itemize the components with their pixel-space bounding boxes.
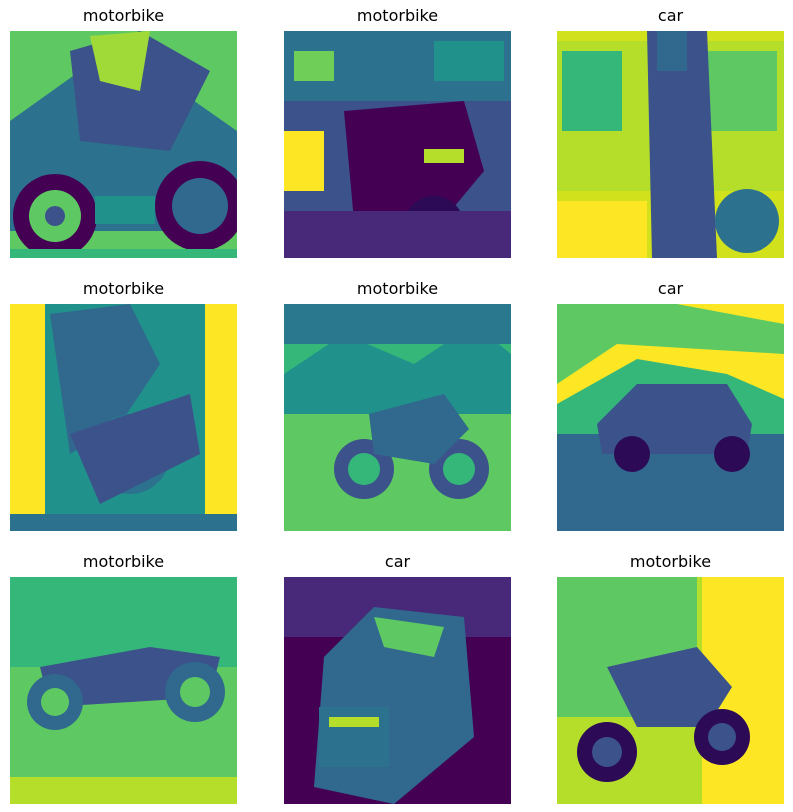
image-motorbike-wall	[10, 304, 237, 531]
image-suv-hill	[557, 304, 784, 531]
image-cruiser-fence	[557, 577, 784, 804]
image-title: motorbike	[356, 6, 439, 25]
image-title: motorbike	[82, 279, 165, 298]
image-cruiser-parked	[10, 577, 237, 804]
image-title: car	[384, 552, 411, 571]
image-title: motorbike	[82, 6, 165, 25]
image-parked-scooter	[284, 31, 511, 258]
image-title: motorbike	[82, 552, 165, 571]
image-adventure-bike	[284, 304, 511, 531]
image-title: car	[657, 6, 684, 25]
image-sport-motorbike	[10, 31, 237, 258]
image-luxury-car	[284, 577, 511, 804]
image-title: car	[657, 279, 684, 298]
image-title: motorbike	[629, 552, 712, 571]
image-title: motorbike	[356, 279, 439, 298]
image-person-car	[557, 31, 784, 258]
